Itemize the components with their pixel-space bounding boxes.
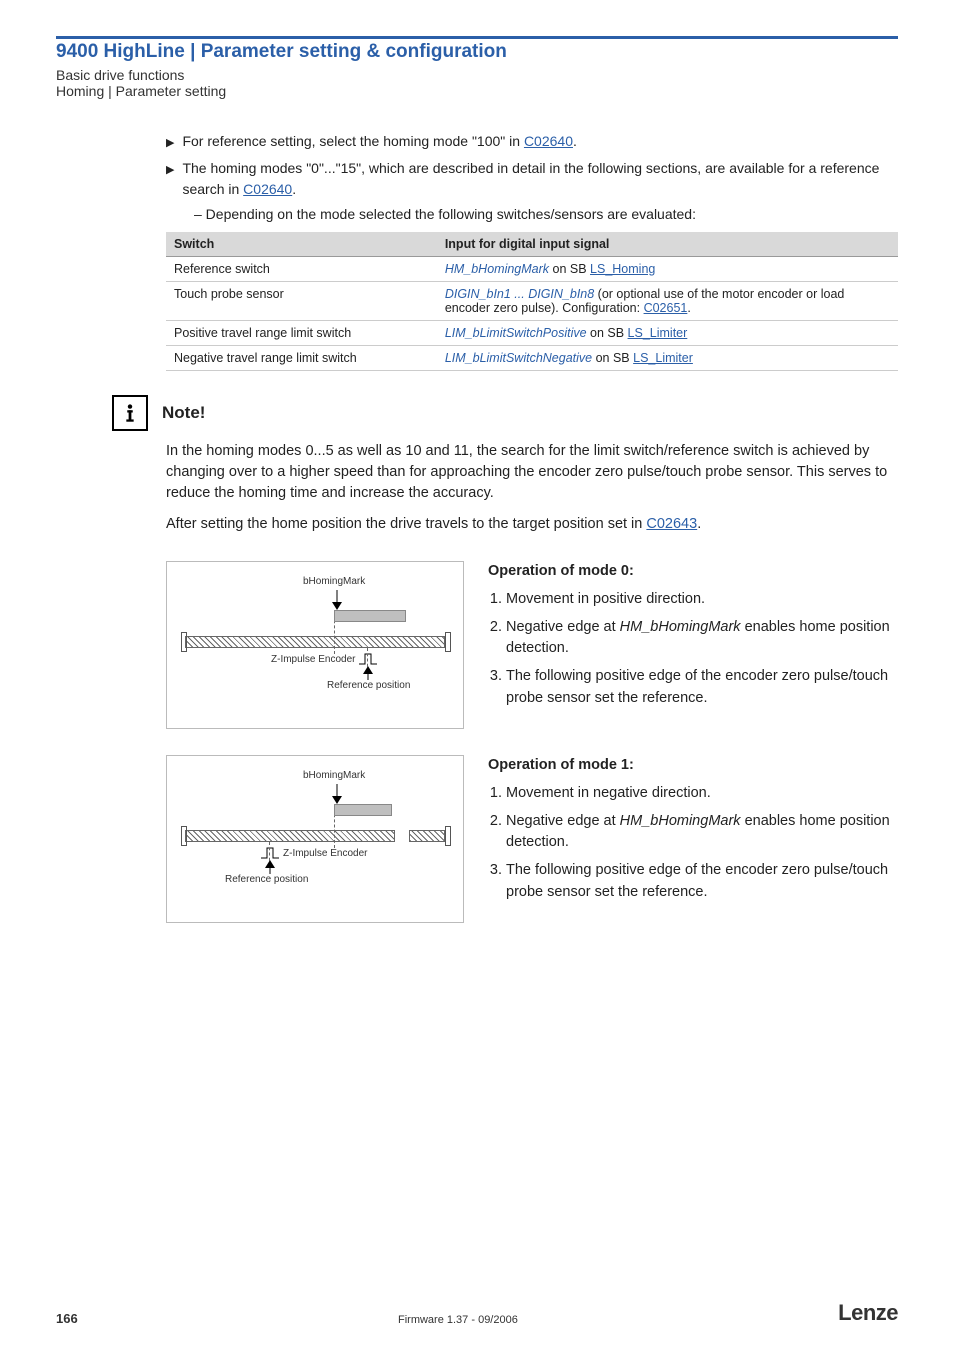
mode0-row: bHomingMark Z-Impulse Encoder Reference … [166, 561, 898, 729]
cell-switch: Touch probe sensor [166, 282, 437, 321]
note-p2b: . [697, 516, 701, 532]
note-paragraph-1: In the homing modes 0...5 as well as 10 … [166, 441, 898, 504]
s2a: Negative edge at [506, 619, 620, 635]
signal-txt: on SB [549, 262, 590, 276]
diagram-mode1: bHomingMark Z-Impulse Encoder Reference … [166, 755, 464, 923]
diag-zimpulse-label: Z-Impulse Encoder [283, 848, 367, 859]
left-stop [181, 632, 187, 652]
signal-name: HM_bHomingMark [445, 262, 549, 276]
diag-refpos-label: Reference position [225, 874, 308, 885]
switch-signal-table: Switch Input for digital input signal Re… [166, 232, 898, 371]
table-header-signal: Input for digital input signal [437, 232, 898, 257]
signal-end: . [687, 301, 690, 315]
signal-name: LIM_bLimitSwitchPositive [445, 326, 587, 340]
note-label: Note! [162, 403, 205, 423]
cell-switch: Negative travel range limit switch [166, 346, 437, 371]
bullet-ref-setting: For reference setting, select the homing… [166, 131, 898, 152]
cell-signal: LIM_bLimitSwitchNegative on SB LS_Limite… [437, 346, 898, 371]
link-c02640-2[interactable]: C02640 [243, 181, 292, 197]
table-row: Touch probe sensor DIGIN_bIn1 ... DIGIN_… [166, 282, 898, 321]
sub-bullet-depending: – Depending on the mode selected the fol… [194, 206, 898, 222]
signal-block [334, 804, 392, 816]
link-c02651[interactable]: C02651 [644, 301, 688, 315]
cell-signal: DIGIN_bIn1 ... DIGIN_bIn8 (or optional u… [437, 282, 898, 321]
bullet-text-b: . [573, 133, 577, 149]
diag-homingmark-label: bHomingMark [303, 770, 365, 781]
right-stop [445, 826, 451, 846]
hatch-track [185, 830, 395, 842]
link-c02640-1[interactable]: C02640 [524, 133, 573, 149]
table-row: Negative travel range limit switch LIM_b… [166, 346, 898, 371]
table-row: Reference switch HM_bHomingMark on SB LS… [166, 257, 898, 282]
bullet-text: The homing modes "0"..."15", which are d… [182, 158, 898, 200]
arrow-down-icon [331, 784, 343, 804]
signal-block [334, 610, 406, 622]
info-icon [112, 395, 148, 431]
mode1-step3: The following positive edge of the encod… [506, 860, 898, 904]
mode1-step2: Negative edge at HM_bHomingMark enables … [506, 811, 898, 855]
signal-txt: on SB [587, 326, 628, 340]
diag-homingmark-label: bHomingMark [303, 576, 365, 587]
mode0-title: Operation of mode 0: [488, 561, 898, 583]
arrow-up-icon [363, 666, 373, 680]
table-row: Positive travel range limit switch LIM_b… [166, 321, 898, 346]
hatch-track [409, 830, 445, 842]
link-ls-homing[interactable]: LS_Homing [590, 262, 655, 276]
note-header: Note! [112, 395, 898, 431]
bullet-text-a: For reference setting, select the homing… [182, 133, 523, 149]
bullet-text-b: . [292, 181, 296, 197]
lenze-logo: Lenze [838, 1300, 898, 1326]
page-footer: 166 Firmware 1.37 - 09/2006 Lenze [56, 1300, 898, 1326]
mode1-step1: Movement in negative direction. [506, 783, 898, 805]
header-sub1: Basic drive functions [56, 67, 898, 83]
bullet-homing-modes: The homing modes "0"..."15", which are d… [166, 158, 898, 200]
table-header-switch: Switch [166, 232, 437, 257]
mode0-step2: Negative edge at HM_bHomingMark enables … [506, 617, 898, 661]
left-stop [181, 826, 187, 846]
triangle-bullet-icon [166, 131, 174, 152]
mode0-step3: The following positive edge of the encod… [506, 666, 898, 710]
triangle-bullet-icon [166, 158, 174, 200]
mode0-text: Operation of mode 0: Movement in positiv… [488, 561, 898, 729]
right-stop [445, 632, 451, 652]
link-ls-limiter-1[interactable]: LS_Limiter [628, 326, 688, 340]
signal-name: DIGIN_bIn1 ... DIGIN_bIn8 [445, 287, 594, 301]
mode1-text: Operation of mode 1: Movement in negativ… [488, 755, 898, 923]
header-accent-bar [56, 36, 898, 39]
diag-refpos-label: Reference position [327, 680, 410, 691]
cell-signal: LIM_bLimitSwitchPositive on SB LS_Limite… [437, 321, 898, 346]
s2a: Negative edge at [506, 813, 620, 829]
s2i: HM_bHomingMark [620, 813, 741, 829]
pulse-icon [261, 846, 279, 860]
page-number: 166 [56, 1311, 78, 1326]
note-p2a: After setting the home position the driv… [166, 516, 646, 532]
mode0-step1: Movement in positive direction. [506, 589, 898, 611]
note-paragraph-2: After setting the home position the driv… [166, 514, 898, 535]
diag-zimpulse-label: Z-Impulse Encoder [271, 654, 355, 665]
mode1-title: Operation of mode 1: [488, 755, 898, 777]
s2i: HM_bHomingMark [620, 619, 741, 635]
arrow-down-icon [331, 590, 343, 610]
hatch-track [185, 636, 445, 648]
arrow-up-icon [265, 860, 275, 874]
bullet-text: For reference setting, select the homing… [182, 131, 576, 152]
cell-switch: Positive travel range limit switch [166, 321, 437, 346]
mode1-row: bHomingMark Z-Impulse Encoder Reference … [166, 755, 898, 923]
diagram-mode0: bHomingMark Z-Impulse Encoder Reference … [166, 561, 464, 729]
link-ls-limiter-2[interactable]: LS_Limiter [633, 351, 693, 365]
link-c02643[interactable]: C02643 [646, 516, 697, 532]
signal-name: LIM_bLimitSwitchNegative [445, 351, 592, 365]
header-sub2: Homing | Parameter setting [56, 83, 898, 99]
page-title: 9400 HighLine | Parameter setting & conf… [56, 41, 898, 63]
signal-txt: on SB [592, 351, 633, 365]
cell-switch: Reference switch [166, 257, 437, 282]
footer-center: Firmware 1.37 - 09/2006 [398, 1314, 518, 1326]
cell-signal: HM_bHomingMark on SB LS_Homing [437, 257, 898, 282]
pulse-icon [359, 652, 377, 666]
